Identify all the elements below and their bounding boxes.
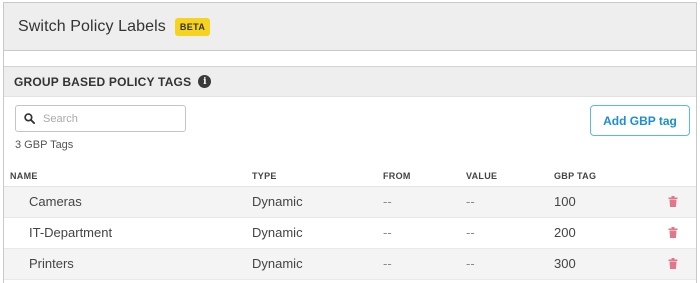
- cell-type: Dynamic: [252, 186, 383, 218]
- add-gbp-tag-button[interactable]: Add GBP tag: [590, 105, 690, 136]
- cell-value: --: [466, 186, 554, 218]
- tag-count: 3 GBP Tags: [15, 139, 74, 151]
- column-header-from[interactable]: FROM: [383, 166, 466, 187]
- delete-cell: [666, 186, 696, 218]
- trash-icon[interactable]: [668, 227, 678, 238]
- cell-from: --: [383, 217, 466, 249]
- cell-from: --: [383, 186, 466, 218]
- cell-gbp-tag: 300: [554, 248, 666, 280]
- column-header-name[interactable]: NAME: [4, 166, 252, 187]
- page-title: Switch Policy Labels: [18, 17, 166, 35]
- table-row[interactable]: IT-Department Dynamic -- -- 200: [4, 217, 696, 249]
- info-icon[interactable]: i: [198, 75, 212, 88]
- cell-type: Dynamic: [252, 217, 383, 249]
- column-header-gbp-tag[interactable]: GBP TAG: [554, 166, 666, 187]
- beta-badge: BETA: [174, 17, 211, 36]
- table-row[interactable]: Cameras Dynamic -- -- 100: [4, 186, 696, 218]
- spacer: [4, 52, 696, 66]
- table-header-row: NAME TYPE FROM VALUE GBP TAG: [4, 166, 696, 187]
- cell-from: --: [383, 248, 466, 280]
- cell-name: Cameras: [4, 186, 252, 218]
- table-row[interactable]: Printers Dynamic -- -- 300: [4, 248, 696, 280]
- search-icon: [24, 113, 35, 124]
- cell-name: Printers: [4, 248, 252, 280]
- trash-icon[interactable]: [668, 196, 678, 207]
- policy-labels-panel: Switch Policy Labels BETA GROUP BASED PO…: [3, 2, 697, 283]
- section-header: GROUP BASED POLICY TAGS i: [4, 66, 696, 97]
- delete-cell: [666, 248, 696, 280]
- search-box: [15, 105, 186, 132]
- section-title: GROUP BASED POLICY TAGS: [14, 74, 192, 89]
- cell-type: Dynamic: [252, 248, 383, 280]
- cell-value: --: [466, 217, 554, 249]
- gbp-tags-table: NAME TYPE FROM VALUE GBP TAG Cameras Dyn…: [4, 166, 696, 280]
- trash-icon[interactable]: [668, 258, 678, 269]
- search-input[interactable]: [43, 112, 183, 125]
- cell-value: --: [466, 248, 554, 280]
- page-header: Switch Policy Labels BETA: [4, 3, 696, 51]
- column-header-actions: [666, 166, 696, 187]
- cell-gbp-tag: 200: [554, 217, 666, 249]
- column-header-value[interactable]: VALUE: [466, 166, 554, 187]
- cell-gbp-tag: 100: [554, 186, 666, 218]
- delete-cell: [666, 217, 696, 249]
- column-header-type[interactable]: TYPE: [252, 166, 383, 187]
- cell-name: IT-Department: [4, 217, 252, 249]
